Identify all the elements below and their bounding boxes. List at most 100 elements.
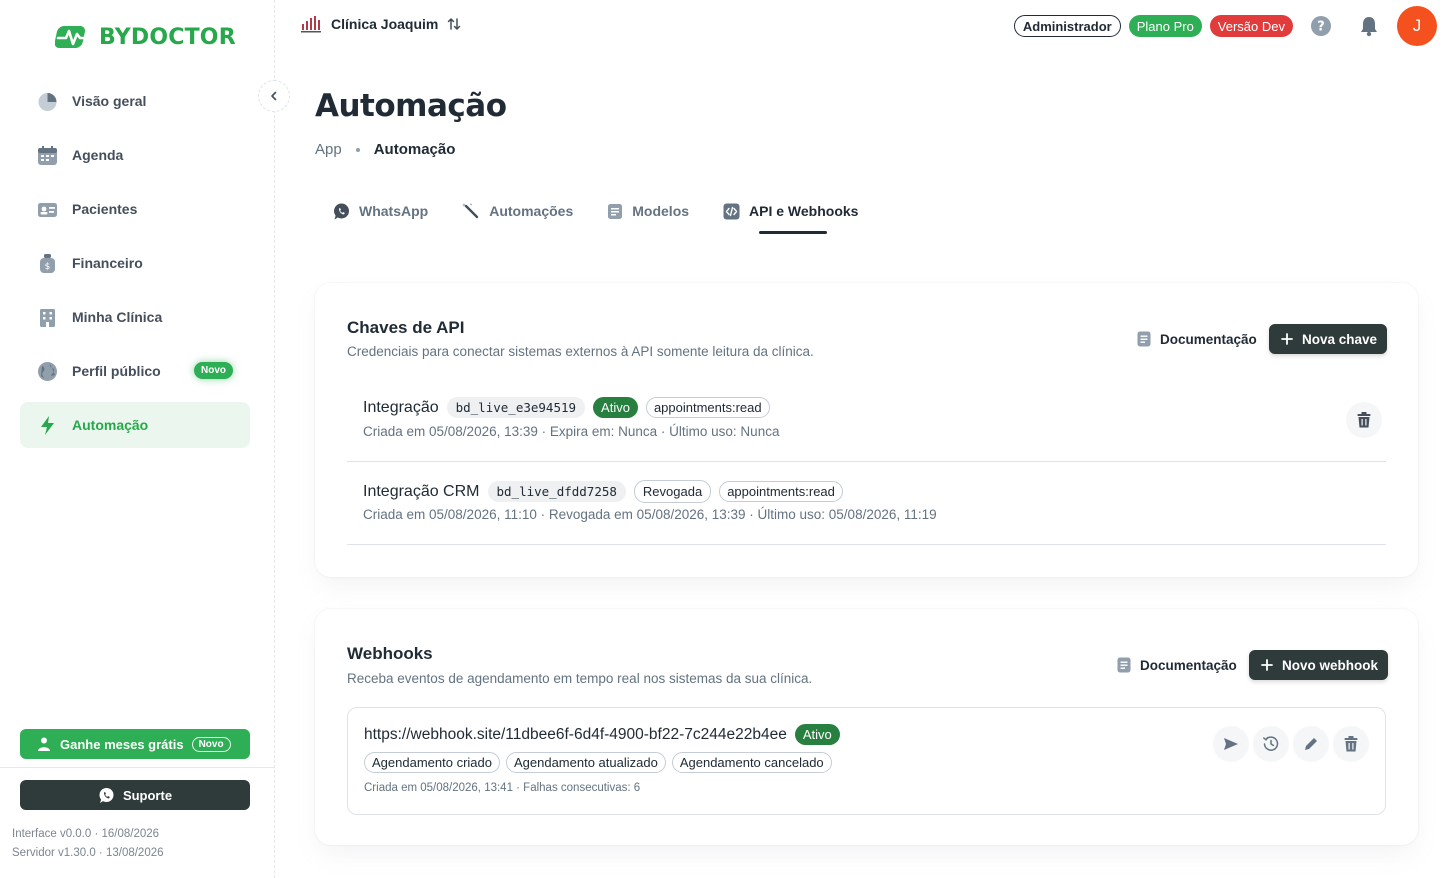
webhooks-title: Webhooks bbox=[347, 644, 433, 663]
new-badge: Novo bbox=[194, 362, 233, 379]
calendar-icon bbox=[36, 144, 58, 166]
api-keys-subtitle: Credenciais para conectar sistemas exter… bbox=[347, 344, 814, 359]
doc-link-label: Documentação bbox=[1160, 331, 1257, 347]
api-docs-link[interactable]: Documentação bbox=[1137, 331, 1257, 347]
edit-webhook-button[interactable] bbox=[1293, 726, 1329, 762]
sidebar-item-label: Visão geral bbox=[72, 93, 147, 109]
new-key-button[interactable]: Nova chave bbox=[1269, 324, 1388, 354]
sidebar-item-minha-clinica[interactable]: Minha Clínica bbox=[20, 294, 250, 340]
clinic-switcher[interactable]: Clínica Joaquim bbox=[300, 14, 461, 34]
sidebar-item-pacientes[interactable]: Pacientes bbox=[20, 186, 250, 232]
active-tab-indicator bbox=[759, 231, 827, 234]
tab-api-webhooks[interactable]: API e Webhooks bbox=[723, 200, 858, 222]
svg-text:$: $ bbox=[44, 262, 50, 272]
sidebar: BYDOCTOR Visão geral Agenda Pacientes $ … bbox=[0, 0, 275, 878]
delete-webhook-button[interactable] bbox=[1333, 726, 1369, 762]
api-keys-card: Chaves de API Credenciais para conectar … bbox=[315, 283, 1418, 577]
api-keys-title: Chaves de API bbox=[347, 318, 465, 337]
sidebar-item-label: Automação bbox=[72, 417, 149, 433]
row-divider bbox=[347, 461, 1386, 462]
support-button[interactable]: Suporte bbox=[20, 780, 250, 810]
api-key-prefix: bd_live_e3e94519 bbox=[446, 397, 586, 418]
sidebar-item-agenda[interactable]: Agenda bbox=[20, 132, 250, 178]
notifications-button[interactable] bbox=[1349, 6, 1389, 46]
doc-link-label: Documentação bbox=[1140, 657, 1237, 673]
document-icon bbox=[1137, 331, 1151, 347]
svg-text:?: ? bbox=[1317, 20, 1325, 35]
webhook-actions bbox=[1213, 726, 1369, 762]
sidebar-item-label: Financeiro bbox=[72, 255, 143, 271]
chevron-left-icon bbox=[271, 91, 277, 101]
collapse-sidebar-button[interactable] bbox=[258, 80, 290, 112]
webhook-url: https://webhook.site/11dbee6f-6d4f-4900-… bbox=[364, 725, 787, 743]
test-webhook-button[interactable] bbox=[1213, 726, 1249, 762]
webhook-header: https://webhook.site/11dbee6f-6d4f-4900-… bbox=[364, 724, 840, 745]
tab-label: API e Webhooks bbox=[749, 203, 859, 219]
avatar[interactable]: J bbox=[1397, 6, 1437, 46]
send-icon bbox=[1224, 738, 1238, 750]
env-badge: Versão Dev bbox=[1209, 15, 1293, 37]
brand-logo[interactable]: BYDOCTOR bbox=[55, 22, 236, 52]
support-label: Suporte bbox=[122, 787, 173, 803]
document-icon bbox=[608, 203, 623, 219]
swap-icon bbox=[448, 18, 461, 30]
scope-badge: appointments:read bbox=[645, 397, 770, 418]
pie-chart-icon bbox=[36, 90, 58, 112]
tab-modelos[interactable]: Modelos bbox=[607, 200, 689, 222]
tab-automacoes[interactable]: Automações bbox=[462, 200, 573, 222]
api-key-header: Integração bd_live_e3e94519 Ativo appoin… bbox=[363, 397, 770, 418]
id-card-icon bbox=[36, 198, 58, 220]
role-badge: Administrador bbox=[1013, 15, 1121, 37]
whatsapp-icon bbox=[99, 787, 114, 803]
webhook-docs-link[interactable]: Documentação bbox=[1117, 657, 1237, 673]
interface-version: Interface v0.0.0 · 16/08/2026 bbox=[12, 828, 160, 840]
webhooks-card: Webhooks Receba eventos de agendamento e… bbox=[315, 609, 1418, 845]
webhook-item: https://webhook.site/11dbee6f-6d4f-4900-… bbox=[347, 707, 1386, 815]
delete-key-button[interactable] bbox=[1346, 402, 1382, 438]
webhook-events: Agendamento criado Agendamento atualizad… bbox=[364, 752, 832, 773]
sidebar-nav: Visão geral Agenda Pacientes $ Financeir… bbox=[20, 78, 250, 456]
page-title: Automação bbox=[315, 88, 507, 124]
sidebar-item-label: Perfil público bbox=[72, 363, 161, 379]
whatsapp-icon bbox=[334, 203, 349, 219]
sidebar-item-perfil-publico[interactable]: Perfil público Novo bbox=[20, 348, 250, 394]
bell-icon bbox=[1361, 17, 1377, 37]
breadcrumb-separator bbox=[355, 147, 360, 152]
api-key-name: Integração CRM bbox=[363, 482, 480, 500]
plus-icon bbox=[1261, 659, 1273, 671]
money-bag-icon: $ bbox=[36, 252, 58, 274]
new-badge: Novo bbox=[191, 736, 231, 752]
document-icon bbox=[1117, 657, 1131, 673]
event-badge: Agendamento cancelado bbox=[671, 752, 832, 773]
trash-icon bbox=[1344, 736, 1358, 752]
webhooks-subtitle: Receba eventos de agendamento em tempo r… bbox=[347, 671, 813, 686]
help-button[interactable]: ? bbox=[1301, 6, 1341, 46]
new-key-label: Nova chave bbox=[1302, 331, 1378, 347]
lightning-icon bbox=[36, 414, 58, 436]
tab-bar: WhatsApp Automações Modelos API e Webhoo… bbox=[333, 200, 892, 222]
event-badge: Agendamento atualizado bbox=[505, 752, 666, 773]
sidebar-item-automacao[interactable]: Automação bbox=[20, 402, 250, 448]
breadcrumb-app[interactable]: App bbox=[315, 141, 342, 158]
api-key-name: Integração bbox=[363, 398, 439, 416]
free-months-button[interactable]: Ganhe meses grátis Novo bbox=[20, 729, 250, 759]
gift-person-icon bbox=[38, 737, 50, 751]
history-button[interactable] bbox=[1253, 726, 1289, 762]
tab-whatsapp[interactable]: WhatsApp bbox=[333, 200, 428, 222]
sidebar-item-label: Minha Clínica bbox=[72, 309, 163, 325]
new-webhook-button[interactable]: Novo webhook bbox=[1249, 650, 1389, 680]
pencil-icon bbox=[1305, 738, 1317, 750]
clinic-name: Clínica Joaquim bbox=[331, 16, 439, 32]
free-months-label: Ganhe meses grátis bbox=[60, 736, 184, 752]
sidebar-item-visao-geral[interactable]: Visão geral bbox=[20, 78, 250, 124]
sidebar-divider bbox=[0, 767, 275, 768]
tab-label: Modelos bbox=[632, 203, 690, 219]
plus-icon bbox=[1281, 333, 1293, 345]
breadcrumb: App Automação bbox=[315, 141, 455, 158]
brand-name: BYDOCTOR bbox=[99, 24, 236, 50]
help-icon: ? bbox=[1311, 16, 1331, 36]
api-key-meta: Criada em 05/08/2026, 11:10 · Revogada e… bbox=[363, 507, 937, 522]
topbar-actions: Administrador Plano Pro Versão Dev ? J bbox=[1013, 6, 1437, 46]
server-version: Servidor v1.30.0 · 13/08/2026 bbox=[12, 847, 164, 859]
sidebar-item-financeiro[interactable]: $ Financeiro bbox=[20, 240, 250, 286]
